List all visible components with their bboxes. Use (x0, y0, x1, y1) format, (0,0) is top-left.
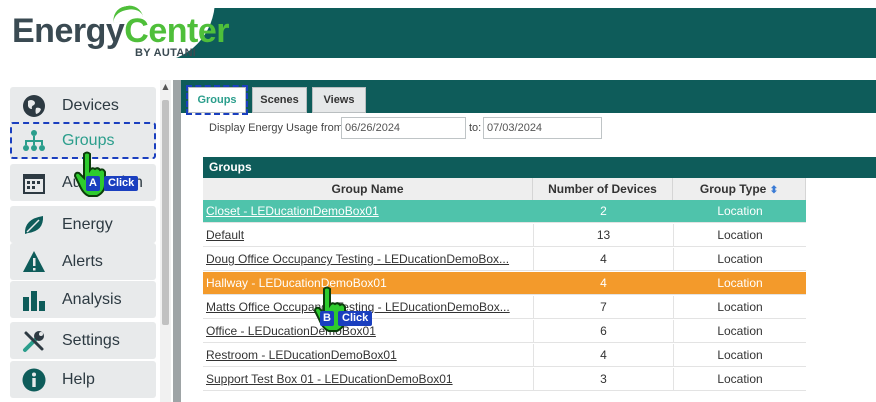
main-panel: Groups Scenes Views Display Energy Usage… (181, 80, 876, 402)
group-name-link[interactable]: Closet - LEDucationDemoBox01 (206, 200, 536, 222)
table-row[interactable]: Default 13 Location (203, 224, 806, 247)
sidebar-item-label: Groups (62, 131, 115, 149)
group-name-link[interactable]: Restroom - LEDucationDemoBox01 (206, 344, 536, 366)
bar-chart-icon (22, 288, 46, 312)
group-type: Location (673, 344, 806, 366)
leaf-icon (22, 213, 46, 237)
scroll-up-arrow-icon[interactable]: ▲ (160, 82, 171, 92)
tab-scenes[interactable]: Scenes (252, 87, 307, 113)
device-count: 4 (533, 344, 673, 366)
sort-icon[interactable]: ⬍ (770, 185, 778, 196)
table-row[interactable]: Support Test Box 01 - LEDucationDemoBox0… (203, 368, 806, 391)
device-count: 6 (533, 320, 673, 342)
sidebar-nav: Devices Groups Automation Energy Alerts (0, 80, 176, 402)
group-name-link[interactable]: Doug Office Occupancy Testing - LEDucati… (206, 248, 536, 270)
click-label: Click (104, 176, 139, 191)
globe-icon (22, 94, 46, 118)
group-type: Location (673, 320, 806, 342)
sidebar-divider[interactable] (173, 80, 181, 402)
table-row[interactable]: Restroom - LEDucationDemoBox01 4 Locatio… (203, 344, 806, 367)
logo-energy-text: Energy (12, 12, 125, 50)
table-row[interactable]: Office - LEDucationDemoBox01 6 Location (203, 320, 806, 343)
tab-bar: Groups Scenes Views (181, 80, 876, 115)
energycenter-app: EnergyCenter BY AUTANI Devices Groups Au… (0, 0, 876, 402)
energy-usage-filter: Display Energy Usage from: 06/26/2024 to… (181, 113, 876, 143)
group-type: Location (673, 224, 806, 246)
to-date-label: to: (469, 122, 482, 134)
tab-views[interactable]: Views (312, 87, 366, 113)
logo-center-text: Center (124, 12, 229, 50)
groups-grid: Groups Group Name Number of Devices Grou… (203, 157, 876, 402)
device-count: 3 (533, 368, 673, 390)
click-annotation-a: A Click (72, 150, 152, 198)
table-row[interactable]: Doug Office Occupancy Testing - LEDucati… (203, 248, 806, 271)
sidebar-item-label: Devices (62, 96, 119, 114)
from-date-input[interactable]: 06/26/2024 (341, 117, 466, 139)
sidebar-item-help[interactable]: Help (10, 361, 156, 398)
table-row[interactable]: Hallway - LEDucationDemoBox01 4 Location (203, 272, 806, 295)
header-band (215, 8, 876, 58)
from-date-label: Display Energy Usage from: (209, 122, 346, 134)
click-annotation-b: B Click (312, 285, 392, 333)
device-count: 13 (533, 224, 673, 246)
group-type: Location (673, 200, 806, 222)
device-count: 2 (533, 200, 673, 222)
annotation-letter: A (86, 176, 100, 191)
annotation-letter: B (320, 311, 334, 326)
device-count: 4 (533, 248, 673, 270)
sidebar-item-alerts[interactable]: Alerts (10, 243, 156, 280)
table-row[interactable]: Closet - LEDucationDemoBox01 2 Location (203, 200, 806, 223)
calendar-icon (22, 171, 46, 195)
column-header-number-of-devices[interactable]: Number of Devices (533, 178, 673, 200)
info-icon (22, 368, 46, 392)
column-header-group-name[interactable]: Group Name (203, 178, 533, 200)
column-header-empty (806, 178, 876, 200)
hierarchy-icon (22, 129, 46, 153)
group-type: Location (673, 296, 806, 318)
sidebar-item-devices[interactable]: Devices (10, 87, 156, 124)
sidebar-item-energy[interactable]: Energy (10, 206, 156, 243)
group-name-link[interactable]: Default (206, 224, 536, 246)
sidebar-item-label: Help (62, 370, 95, 388)
sidebar-item-analysis[interactable]: Analysis (10, 281, 156, 318)
group-name-link[interactable]: Support Test Box 01 - LEDucationDemoBox0… (206, 368, 536, 390)
click-label: Click (338, 311, 373, 326)
sidebar-item-label: Analysis (62, 290, 122, 308)
sidebar-item-label: Alerts (62, 252, 103, 270)
warning-icon (22, 250, 46, 274)
tab-groups[interactable]: Groups (186, 85, 248, 115)
grid-title: Groups (203, 157, 876, 178)
device-count: 7 (533, 296, 673, 318)
group-type: Location (673, 368, 806, 390)
sidebar-item-label: Energy (62, 215, 113, 233)
tools-icon (22, 329, 46, 353)
column-header-label: Group Type (699, 182, 767, 196)
sidebar-item-settings[interactable]: Settings (10, 322, 156, 359)
to-date-input[interactable]: 07/03/2024 (483, 117, 602, 139)
column-header-label: Group Name (331, 182, 404, 196)
logo-byline: BY AUTANI (135, 47, 197, 59)
column-header-group-type[interactable]: Group Type ⬍ (673, 178, 806, 200)
group-type: Location (673, 272, 806, 294)
app-header: EnergyCenter BY AUTANI (0, 0, 876, 62)
sidebar-scroll-thumb[interactable] (162, 100, 169, 325)
table-row[interactable]: Matts Office Occupancy Testing - LEDucat… (203, 296, 806, 319)
group-type: Location (673, 248, 806, 270)
column-header-label: Number of Devices (548, 182, 657, 196)
sidebar-item-label: Settings (62, 331, 120, 349)
device-count: 4 (533, 272, 673, 294)
